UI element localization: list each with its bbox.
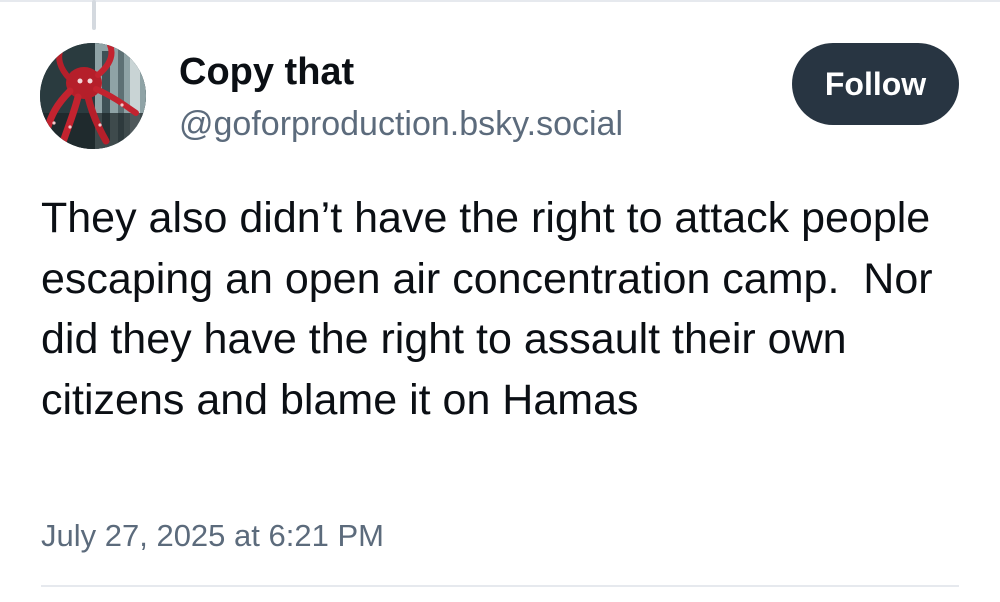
bottom-divider <box>41 585 959 587</box>
author-handle[interactable]: @goforproduction.bsky.social <box>179 102 623 146</box>
follow-button[interactable]: Follow <box>792 43 959 125</box>
post-text: They also didn’t have the right to attac… <box>41 194 945 424</box>
thread-connector-line <box>92 0 96 30</box>
author-display-name[interactable]: Copy that <box>179 48 354 96</box>
author-avatar[interactable] <box>40 43 146 149</box>
top-divider <box>0 0 1000 2</box>
post-timestamp[interactable]: July 27, 2025 at 6:21 PM <box>41 516 384 556</box>
octopus-avatar-icon <box>40 43 146 149</box>
